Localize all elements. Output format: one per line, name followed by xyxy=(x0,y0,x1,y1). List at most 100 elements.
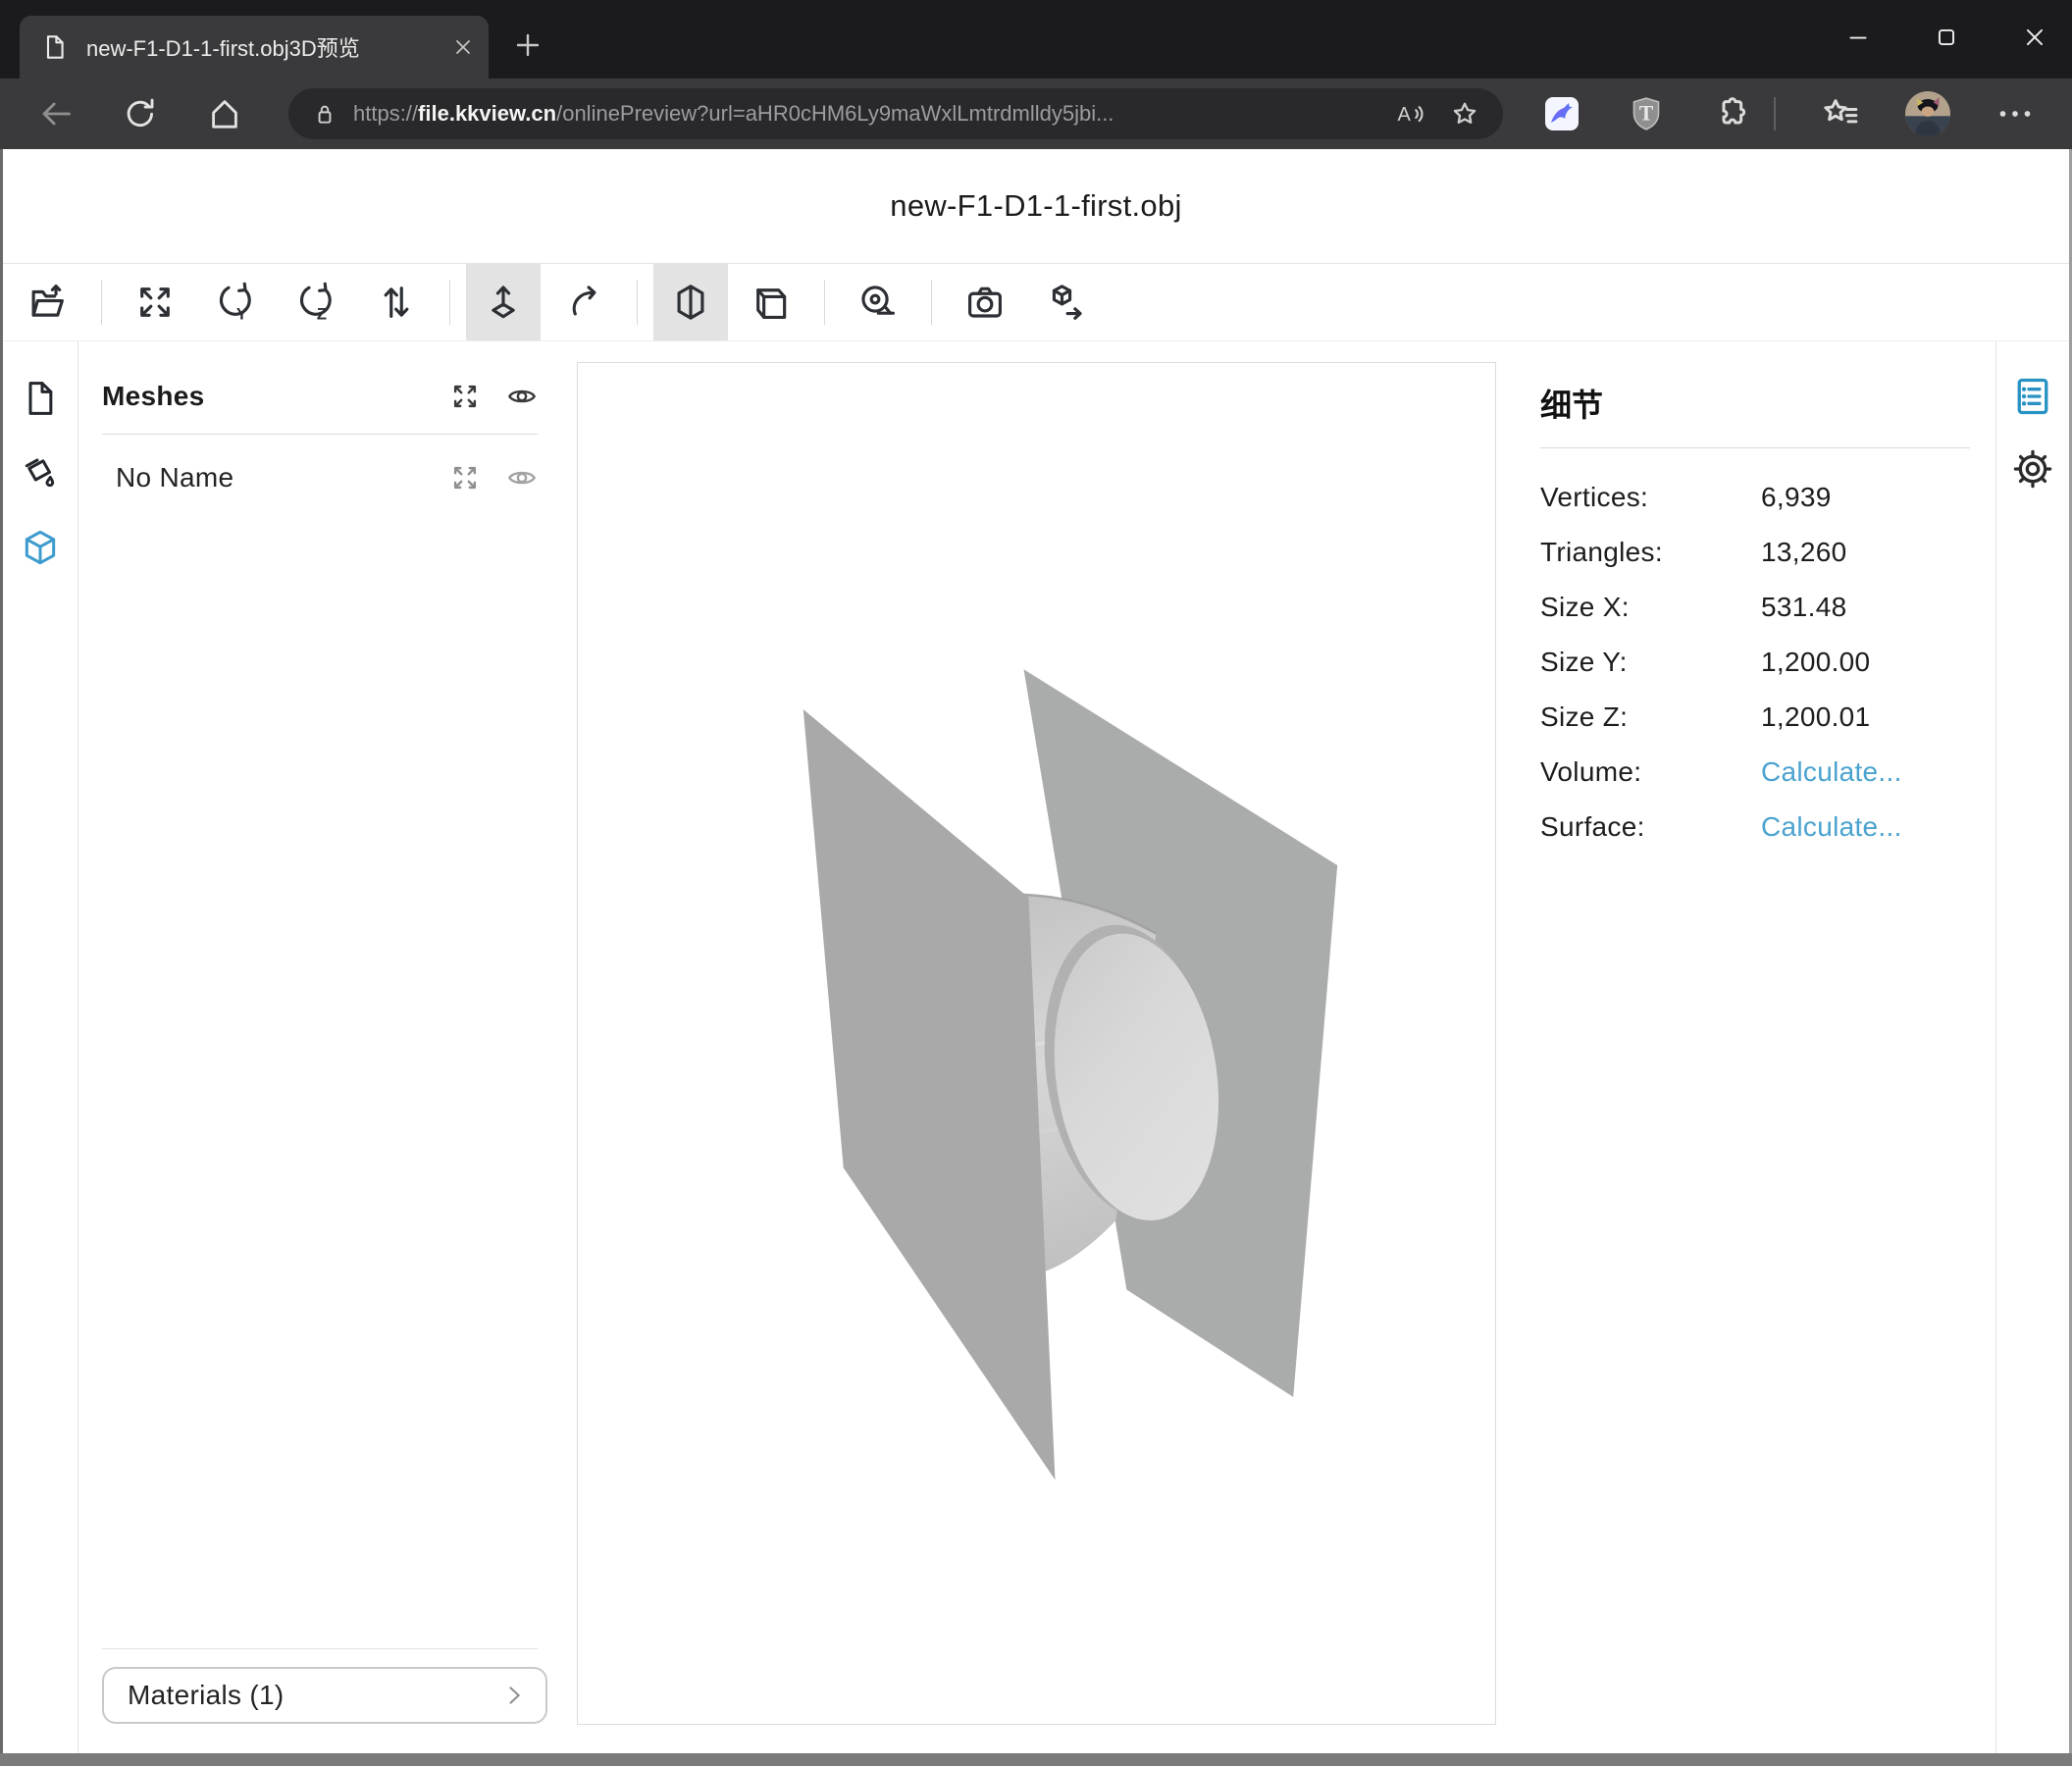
details-list-icon[interactable] xyxy=(2011,375,2054,418)
new-tab-icon[interactable] xyxy=(512,29,544,61)
toolbar-separator xyxy=(931,280,932,325)
details-row: Size X:531.48 xyxy=(1540,580,1995,635)
box-view-icon xyxy=(751,282,792,323)
document-tab-icon[interactable] xyxy=(21,379,60,418)
panel-divider xyxy=(102,1648,538,1649)
read-aloud-icon[interactable]: A xyxy=(1395,99,1424,129)
cube-model-icon[interactable] xyxy=(21,528,60,567)
preview-page: new-F1-D1-1-first.obj Y xyxy=(0,149,2072,1753)
details-row: Size Y:1,200.00 xyxy=(1540,635,1995,690)
materials-button[interactable]: Materials (1) xyxy=(102,1667,547,1724)
viewer-toolbar: Y Z xyxy=(3,263,2069,341)
expand-mesh-icon[interactable] xyxy=(449,462,481,493)
rotate-z-button[interactable]: Z xyxy=(279,264,353,340)
details-title: 细节 xyxy=(1540,381,1995,426)
favorite-star-icon[interactable] xyxy=(1450,99,1479,129)
workspace: Meshes No Name xyxy=(3,341,2069,1753)
page-header: new-F1-D1-1-first.obj xyxy=(3,149,2069,263)
shaded-view-icon xyxy=(670,282,711,323)
close-window-icon[interactable] xyxy=(2015,18,2054,57)
up-vector-button[interactable] xyxy=(466,264,541,340)
lock-icon xyxy=(312,101,337,127)
details-row: Vertices:6,939 xyxy=(1540,470,1995,525)
refresh-icon[interactable] xyxy=(122,95,159,132)
flip-vertical-button[interactable] xyxy=(359,264,434,340)
size-z-value: 1,200.01 xyxy=(1761,701,1870,733)
translate-bird-extension-icon[interactable] xyxy=(1542,94,1581,133)
shaded-view-button[interactable] xyxy=(653,264,728,340)
toolbar-separator xyxy=(101,280,102,325)
left-plane xyxy=(803,709,1056,1480)
right-rail xyxy=(1995,341,2069,1753)
screenshot-button[interactable] xyxy=(948,264,1022,340)
browser-tab[interactable]: new-F1-D1-1-first.obj3D预览 xyxy=(20,16,489,78)
open-file-icon xyxy=(27,282,69,323)
window-controls xyxy=(1839,10,2054,65)
export-model-icon xyxy=(1045,282,1086,323)
tab-title: new-F1-D1-1-first.obj3D预览 xyxy=(86,31,451,63)
flip-vertical-icon xyxy=(376,282,417,323)
url-text: https://file.kkview.cn/onlinePreview?url… xyxy=(353,101,1370,127)
details-row: Size Z:1,200.01 xyxy=(1540,690,1995,745)
gear-icon[interactable] xyxy=(2011,447,2054,491)
paint-material-icon[interactable] xyxy=(21,453,60,493)
address-bar[interactable]: https://file.kkview.cn/onlinePreview?url… xyxy=(288,88,1503,139)
volume-calculate-link[interactable]: Calculate... xyxy=(1761,756,1902,788)
export-model-button[interactable] xyxy=(1028,264,1103,340)
more-dots-icon[interactable] xyxy=(1995,94,2035,133)
home-icon[interactable] xyxy=(206,95,243,132)
browser-navbar: https://file.kkview.cn/onlinePreview?url… xyxy=(0,78,2072,149)
details-rows: Vertices:6,939 Triangles:13,260 Size X:5… xyxy=(1540,470,1995,855)
materials-label: Materials (1) xyxy=(128,1680,500,1711)
rotate-y-icon: Y xyxy=(215,282,256,323)
open-file-button[interactable] xyxy=(11,264,85,340)
arc-rotate-icon xyxy=(563,282,604,323)
toolbar-separator xyxy=(637,280,638,325)
fit-view-icon xyxy=(134,282,176,323)
toolbar-separator xyxy=(449,280,450,325)
tab-close-icon[interactable] xyxy=(451,35,475,59)
tape-measure-button[interactable] xyxy=(841,264,915,340)
fit-view-button[interactable] xyxy=(118,264,192,340)
favorites-hub-icon[interactable] xyxy=(1821,94,1860,133)
meshes-header: Meshes xyxy=(78,341,555,434)
extensions-cluster: T xyxy=(1542,91,2035,136)
meshes-panel: Meshes No Name xyxy=(78,341,555,1753)
viewport-wrap xyxy=(555,341,1518,1753)
box-view-button[interactable] xyxy=(734,264,808,340)
toolbar-separator xyxy=(824,280,825,325)
document-favicon xyxy=(41,33,69,61)
3d-scene xyxy=(578,363,1495,1724)
back-icon[interactable] xyxy=(37,95,75,132)
file-title: new-F1-D1-1-first.obj xyxy=(890,188,1181,224)
svg-text:Y: Y xyxy=(236,305,247,324)
rotate-y-button[interactable]: Y xyxy=(198,264,273,340)
surface-calculate-link[interactable]: Calculate... xyxy=(1761,811,1902,843)
mesh-list-item[interactable]: No Name xyxy=(78,435,555,493)
mesh-eye-icon[interactable] xyxy=(506,462,538,493)
window-bottom-edge xyxy=(0,1753,2072,1766)
url-domain: file.kkview.cn xyxy=(418,101,556,126)
tampermonkey-shield-icon[interactable]: T xyxy=(1627,94,1666,133)
profile-avatar[interactable] xyxy=(1905,91,1950,136)
3d-viewport[interactable] xyxy=(577,362,1496,1725)
browser-window: new-F1-D1-1-first.obj3D预览 xyxy=(0,0,2072,1766)
details-row: Surface:Calculate... xyxy=(1540,800,1995,855)
svg-text:Z: Z xyxy=(317,305,327,324)
meshes-title: Meshes xyxy=(102,381,449,412)
expand-all-icon[interactable] xyxy=(449,381,481,412)
chevron-right-icon xyxy=(500,1682,528,1709)
svg-text:T: T xyxy=(1639,102,1654,126)
minimize-icon[interactable] xyxy=(1839,18,1878,57)
left-rail xyxy=(3,341,78,1753)
mesh-name: No Name xyxy=(116,462,449,493)
size-x-value: 531.48 xyxy=(1761,592,1846,623)
arc-rotate-button[interactable] xyxy=(546,264,621,340)
puzzle-extensions-icon[interactable] xyxy=(1711,94,1750,133)
details-row: Triangles:13,260 xyxy=(1540,525,1995,580)
up-vector-icon xyxy=(483,282,524,323)
toolbar-divider xyxy=(1774,97,1776,130)
maximize-icon[interactable] xyxy=(1927,18,1966,57)
tape-measure-icon xyxy=(857,282,899,323)
visibility-eye-icon[interactable] xyxy=(506,381,538,412)
